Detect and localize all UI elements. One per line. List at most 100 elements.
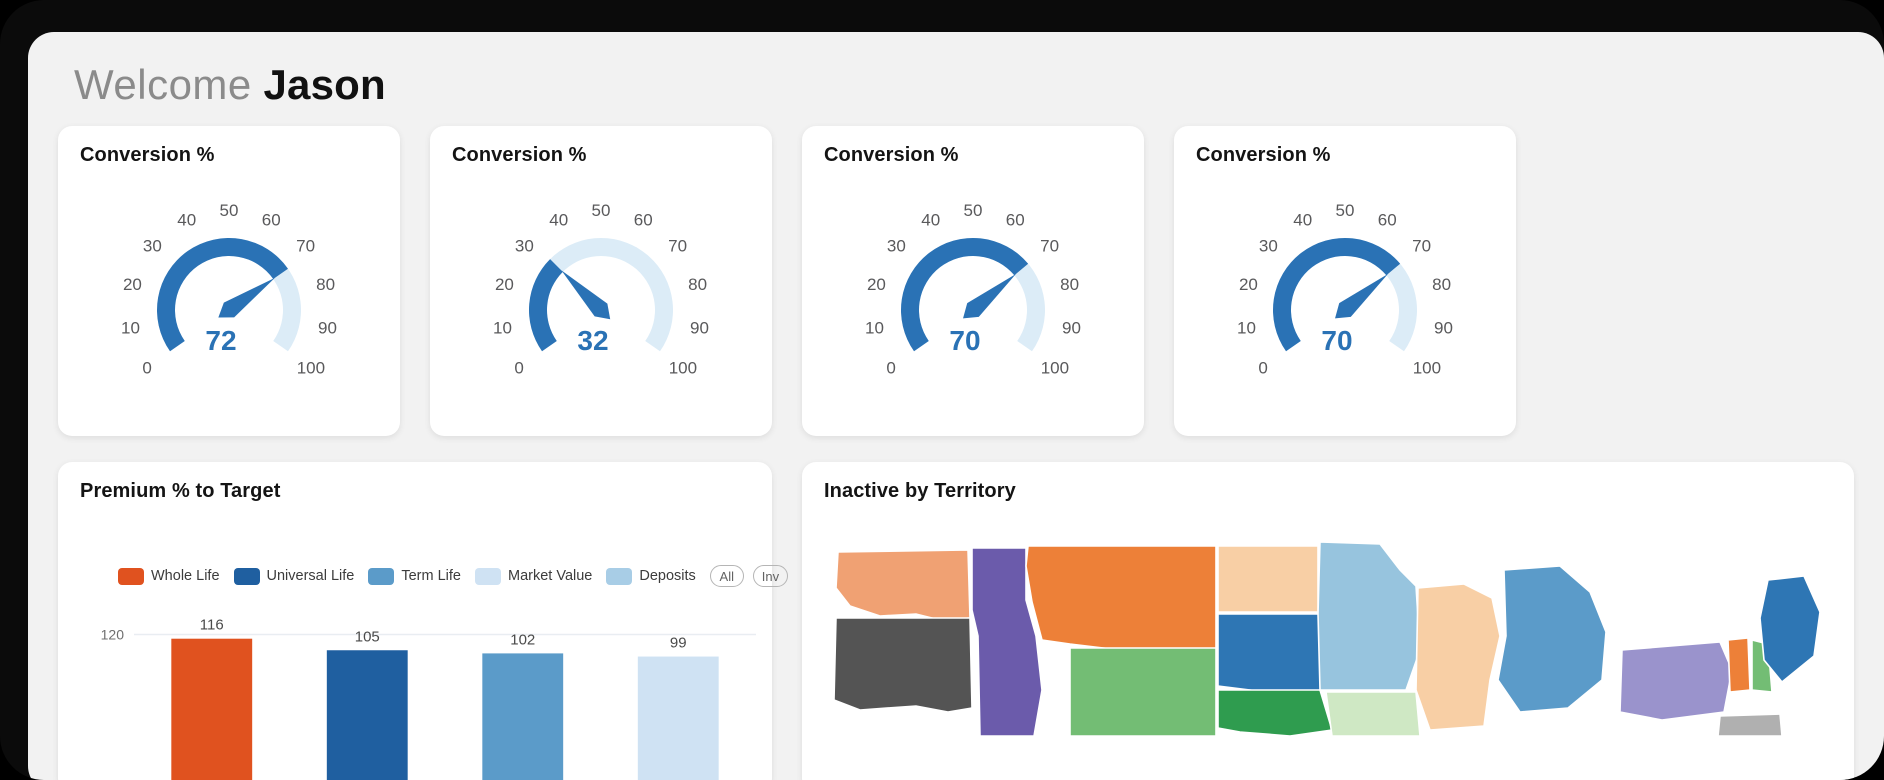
map-state-ma[interactable]: [1717, 713, 1783, 737]
legend-label: Deposits: [639, 568, 696, 584]
svg-text:50: 50: [592, 201, 611, 220]
svg-text:50: 50: [220, 201, 239, 220]
svg-text:40: 40: [177, 210, 196, 229]
svg-text:30: 30: [887, 237, 906, 256]
svg-text:50: 50: [1336, 201, 1355, 220]
svg-text:0: 0: [142, 358, 151, 377]
legend-label: Whole Life: [151, 568, 220, 584]
svg-text:70: 70: [1412, 237, 1431, 256]
gauge-value: 72: [205, 325, 236, 356]
svg-text:50: 50: [964, 201, 983, 220]
card-title: Inactive by Territory: [824, 480, 1016, 502]
svg-text:10: 10: [493, 318, 512, 337]
legend-item[interactable]: Market Value: [475, 567, 593, 585]
map-state-mt[interactable]: [1025, 545, 1217, 651]
svg-text:40: 40: [549, 210, 568, 229]
premium-bar-chart[interactable]: 120 116 105 102 99: [76, 602, 766, 780]
legend-item[interactable]: Whole Life: [118, 567, 220, 585]
gauge-chart[interactable]: 0 10 20 30 40 50 60 70 80 90 100 70: [1215, 180, 1475, 420]
svg-text:90: 90: [1434, 318, 1453, 337]
legend-item[interactable]: Universal Life: [233, 567, 355, 585]
page-title: Welcome Jason: [74, 64, 386, 106]
svg-text:40: 40: [921, 210, 940, 229]
map-state-mn[interactable]: [1317, 541, 1421, 691]
chart-legend: Whole Life Universal Life Term Life Market …: [118, 565, 797, 587]
gauge-value: 32: [577, 325, 608, 356]
svg-text:80: 80: [316, 275, 335, 294]
legend-swatch: [606, 567, 633, 585]
gauge-chart[interactable]: 0 10 20 30 40 50 60 70 80 90 100 32: [471, 180, 731, 420]
card-title: Conversion %: [80, 144, 215, 166]
legend-swatch: [368, 567, 395, 585]
legend-item[interactable]: Deposits: [606, 567, 696, 585]
conversion-gauge-card-4[interactable]: Conversion % 0 10 20 30 40 50 60 70 80 90 100 70: [1174, 126, 1516, 436]
map-state-me[interactable]: [1759, 575, 1821, 684]
svg-text:70: 70: [1040, 237, 1059, 256]
svg-text:20: 20: [867, 275, 886, 294]
premium-to-target-card[interactable]: Premium % to Target Whole Life Universal …: [58, 462, 789, 780]
svg-text:30: 30: [515, 237, 534, 256]
svg-text:100: 100: [669, 358, 697, 377]
svg-text:70: 70: [668, 237, 687, 256]
svg-text:0: 0: [886, 358, 895, 377]
card-title: Conversion %: [452, 144, 587, 166]
gauge-chart[interactable]: 0 10 20 30 40 50 60 70 80 90 100 70: [843, 180, 1103, 420]
gauge-value: 70: [1321, 325, 1352, 356]
svg-text:20: 20: [1239, 275, 1258, 294]
svg-text:80: 80: [1060, 275, 1079, 294]
welcome-greeting: Welcome: [74, 61, 252, 108]
map-state-mi[interactable]: [1497, 565, 1607, 713]
filter-pill-inv[interactable]: Inv: [752, 565, 789, 587]
svg-text:100: 100: [297, 358, 325, 377]
map-state-ne[interactable]: [1217, 689, 1334, 737]
map-state-ny[interactable]: [1619, 641, 1733, 721]
card-title: Premium % to Target: [80, 480, 281, 502]
welcome-username: Jason: [263, 61, 386, 108]
conversion-gauge-card-2[interactable]: Conversion % 0 10 20 30 40 50 60 70 80 90 100 32: [430, 126, 772, 436]
svg-text:30: 30: [1259, 237, 1278, 256]
svg-text:105: 105: [355, 628, 380, 645]
svg-text:60: 60: [1006, 210, 1025, 229]
map-state-ia[interactable]: [1325, 691, 1421, 737]
inactive-by-territory-card[interactable]: Inactive by Territory: [802, 462, 1854, 780]
map-state-sd[interactable]: [1217, 613, 1327, 697]
conversion-gauge-card-3[interactable]: Conversion % 0 10 20 30 40 50 60 70 80 90 100 70: [802, 126, 1144, 436]
svg-text:40: 40: [1293, 210, 1312, 229]
map-state-wy[interactable]: [1069, 647, 1217, 737]
filter-pill-all[interactable]: All: [709, 565, 744, 587]
conversion-gauge-card-1[interactable]: Conversion % 0 10 20 30 40 50 60 70 80 90 100 72: [58, 126, 400, 436]
svg-text:20: 20: [495, 275, 514, 294]
svg-text:0: 0: [1258, 358, 1267, 377]
svg-text:60: 60: [1378, 210, 1397, 229]
us-territory-map[interactable]: [820, 540, 1836, 780]
card-title: Conversion %: [1196, 144, 1331, 166]
legend-label: Market Value: [508, 568, 593, 584]
svg-text:90: 90: [1062, 318, 1081, 337]
svg-text:120: 120: [101, 627, 125, 643]
card-title: Conversion %: [824, 144, 959, 166]
map-state-nd[interactable]: [1217, 545, 1319, 613]
svg-text:60: 60: [634, 210, 653, 229]
legend-label: Term Life: [401, 568, 461, 584]
map-state-or[interactable]: [833, 617, 973, 713]
legend-swatch: [475, 567, 501, 585]
map-state-vt[interactable]: [1727, 637, 1751, 693]
dashboard-viewport: Welcome Jason Conversion % 0 10 20 30 40 50 60…: [28, 32, 1884, 780]
legend-label: Universal Life: [266, 568, 355, 584]
svg-text:100: 100: [1041, 358, 1069, 377]
svg-text:60: 60: [262, 210, 281, 229]
map-state-wa[interactable]: [835, 549, 971, 621]
svg-text:80: 80: [688, 275, 707, 294]
map-state-wi[interactable]: [1415, 583, 1501, 731]
svg-text:116: 116: [200, 617, 224, 634]
svg-text:100: 100: [1413, 358, 1441, 377]
legend-item[interactable]: Term Life: [368, 567, 461, 585]
svg-text:10: 10: [1237, 318, 1256, 337]
svg-text:70: 70: [296, 237, 315, 256]
svg-text:0: 0: [514, 358, 523, 377]
gauge-chart[interactable]: 0 10 20 30 40 50 60 70 80 90 100 72: [99, 180, 359, 420]
svg-text:30: 30: [143, 237, 162, 256]
svg-text:10: 10: [121, 318, 140, 337]
svg-text:10: 10: [865, 318, 884, 337]
device-frame: Welcome Jason Conversion % 0 10 20 30 40 50 60…: [0, 0, 1884, 780]
